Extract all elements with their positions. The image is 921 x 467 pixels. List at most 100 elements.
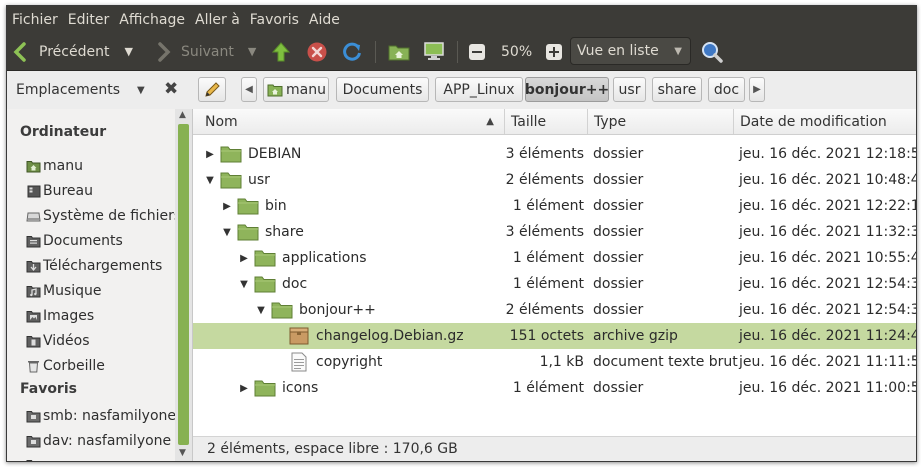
breadcrumb-label: APP_Linux	[443, 81, 515, 98]
column-name[interactable]: Nom ▲	[193, 109, 505, 134]
sidebar-item-label: smb: nasfamilyone	[43, 408, 176, 424]
menu-aide[interactable]: Aide	[304, 12, 345, 28]
breadcrumb-label: manu	[286, 81, 326, 98]
folder-open-icon	[271, 302, 293, 319]
expander-expanded-icon[interactable]: ▼	[254, 297, 268, 323]
breadcrumb-usr[interactable]: usr	[613, 77, 646, 102]
view-mode-select[interactable]: Vue en liste ▼	[570, 37, 691, 65]
breadcrumb-manu[interactable]: manu	[263, 77, 329, 102]
file-type: dossier	[593, 172, 644, 188]
pictures-folder-icon	[26, 310, 41, 322]
table-row[interactable]: ▶ bin 1 élément dossier jeu. 16 déc. 202…	[193, 193, 916, 219]
forward-history-dropdown-icon[interactable]: ▼	[248, 45, 256, 58]
sidebar-item-trash[interactable]: Corbeille	[26, 355, 105, 377]
home-button[interactable]	[388, 33, 410, 70]
places-dropdown-icon[interactable]: ▼	[137, 85, 145, 96]
sidebar-item-label: Vidéos	[43, 333, 90, 349]
search-icon	[702, 41, 723, 63]
menu-aller-a[interactable]: Aller à	[190, 12, 245, 28]
expander-collapsed-icon[interactable]: ▶	[203, 141, 217, 167]
zoom-out-button[interactable]	[468, 33, 486, 70]
toolbar-separator	[375, 41, 376, 63]
column-type[interactable]: Type	[588, 109, 734, 134]
stop-button[interactable]	[306, 33, 328, 70]
reload-icon	[343, 42, 361, 61]
reload-button[interactable]	[341, 33, 363, 70]
expander-expanded-icon[interactable]: ▼	[237, 271, 251, 297]
column-date[interactable]: Date de modification	[734, 109, 916, 134]
breadcrumb-share[interactable]: share	[652, 77, 702, 102]
file-date: jeu. 16 déc. 2021 11:11:56	[739, 354, 916, 370]
scroll-up-icon[interactable]: ▲	[179, 110, 186, 120]
close-pane-icon[interactable]: ✖	[164, 79, 178, 99]
sidebar-scrollbar-thumb[interactable]	[178, 124, 189, 445]
expander-collapsed-icon[interactable]: ▶	[237, 245, 251, 271]
documents-folder-icon	[26, 235, 41, 247]
sidebar-item-label: Bureau	[43, 183, 93, 199]
network-folder-icon	[26, 435, 41, 447]
menu-fichier[interactable]: Fichier	[7, 12, 63, 28]
table-row[interactable]: ▼ share 3 éléments dossier jeu. 16 déc. …	[193, 219, 916, 245]
sidebar-item-bureau[interactable]: Bureau	[26, 180, 93, 202]
expander-collapsed-icon[interactable]: ▶	[220, 193, 234, 219]
breadcrumb-scroll-left[interactable]: ◀	[241, 77, 257, 102]
sidebar-item-documents[interactable]: Documents	[26, 230, 123, 252]
sidebar-item-downloads[interactable]: Téléchargements	[26, 255, 162, 277]
file-type: dossier	[593, 302, 644, 318]
file-size: 3 éléments	[505, 224, 584, 240]
sidebar-item-dav-nasfamilyone[interactable]: dav: nasfamilyone	[26, 430, 171, 452]
menu-affichage[interactable]: Affichage	[114, 12, 190, 28]
column-size[interactable]: Taille	[505, 109, 588, 134]
table-row[interactable]: ▼ doc 1 élément dossier jeu. 16 déc. 202…	[193, 271, 916, 297]
sidebar-item-label: Corbeille	[43, 358, 105, 374]
sidebar-item-images[interactable]: Images	[26, 305, 94, 327]
computer-icon	[424, 41, 444, 60]
expander-expanded-icon[interactable]: ▼	[203, 167, 217, 193]
scroll-down-icon[interactable]: ▼	[179, 448, 186, 458]
table-row[interactable]: copyright 1,1 kB document texte brut jeu…	[193, 349, 916, 375]
menu-editer[interactable]: Editer	[63, 12, 114, 28]
breadcrumb-bonjour[interactable]: bonjour++	[525, 77, 609, 102]
expander-collapsed-icon[interactable]: ▶	[237, 375, 251, 401]
file-type: dossier	[593, 146, 644, 162]
sidebar-item-partial[interactable]	[26, 454, 43, 461]
breadcrumb-app-linux[interactable]: APP_Linux	[435, 77, 523, 102]
breadcrumb-documents[interactable]: Documents	[336, 77, 429, 102]
file-type: archive gzip	[593, 328, 678, 344]
places-selector-label[interactable]: Emplacements	[16, 82, 120, 98]
table-row[interactable]: ▶ DEBIAN 3 éléments dossier jeu. 16 déc.…	[193, 141, 916, 167]
computer-button[interactable]	[423, 33, 445, 70]
downloads-folder-icon	[26, 260, 41, 272]
breadcrumb-doc[interactable]: doc	[708, 77, 745, 102]
edit-location-button[interactable]	[198, 77, 226, 102]
column-size-label: Taille	[511, 113, 547, 130]
breadcrumb-scroll-right[interactable]: ▶	[749, 77, 765, 102]
search-button[interactable]	[700, 33, 724, 70]
menu-favoris[interactable]: Favoris	[245, 12, 304, 28]
file-name: DEBIAN	[248, 146, 302, 162]
sidebar-item-filesystem[interactable]: Système de fichiers	[26, 205, 181, 227]
sidebar-item-manu[interactable]: manu	[26, 155, 83, 177]
expander-expanded-icon[interactable]: ▼	[220, 219, 234, 245]
up-button[interactable]	[271, 33, 291, 70]
zoom-in-button[interactable]	[545, 33, 563, 70]
forward-arrow-icon	[158, 41, 171, 62]
file-size: 1 élément	[512, 380, 584, 396]
file-list: Nom ▲ Taille Type Date de modification ▶…	[193, 109, 916, 461]
zoom-level: 50%	[501, 33, 532, 70]
file-type: document texte brut	[593, 354, 738, 370]
table-row[interactable]: ▼ bonjour++ 2 éléments dossier jeu. 16 d…	[193, 297, 916, 323]
sidebar-item-music[interactable]: Musique	[26, 280, 102, 302]
table-row-selected[interactable]: changelog.Debian.gz 151 octets archive g…	[193, 323, 916, 349]
sidebar-item-videos[interactable]: Vidéos	[26, 330, 90, 352]
forward-button[interactable]: Suivant ▼	[157, 33, 256, 70]
table-row[interactable]: ▶ applications 1 élément dossier jeu. 16…	[193, 245, 916, 271]
folder-open-icon	[254, 276, 276, 293]
back-button[interactable]: Précédent ▼	[13, 33, 133, 70]
table-row[interactable]: ▼ usr 2 éléments dossier jeu. 16 déc. 20…	[193, 167, 916, 193]
file-date: jeu. 16 déc. 2021 12:22:15	[739, 198, 916, 214]
back-history-dropdown-icon[interactable]: ▼	[124, 45, 132, 58]
desktop-icon	[27, 185, 40, 197]
table-row[interactable]: ▶ icons 1 élément dossier jeu. 16 déc. 2…	[193, 375, 916, 401]
sidebar-item-smb-nasfamilyone[interactable]: smb: nasfamilyone	[26, 405, 176, 427]
